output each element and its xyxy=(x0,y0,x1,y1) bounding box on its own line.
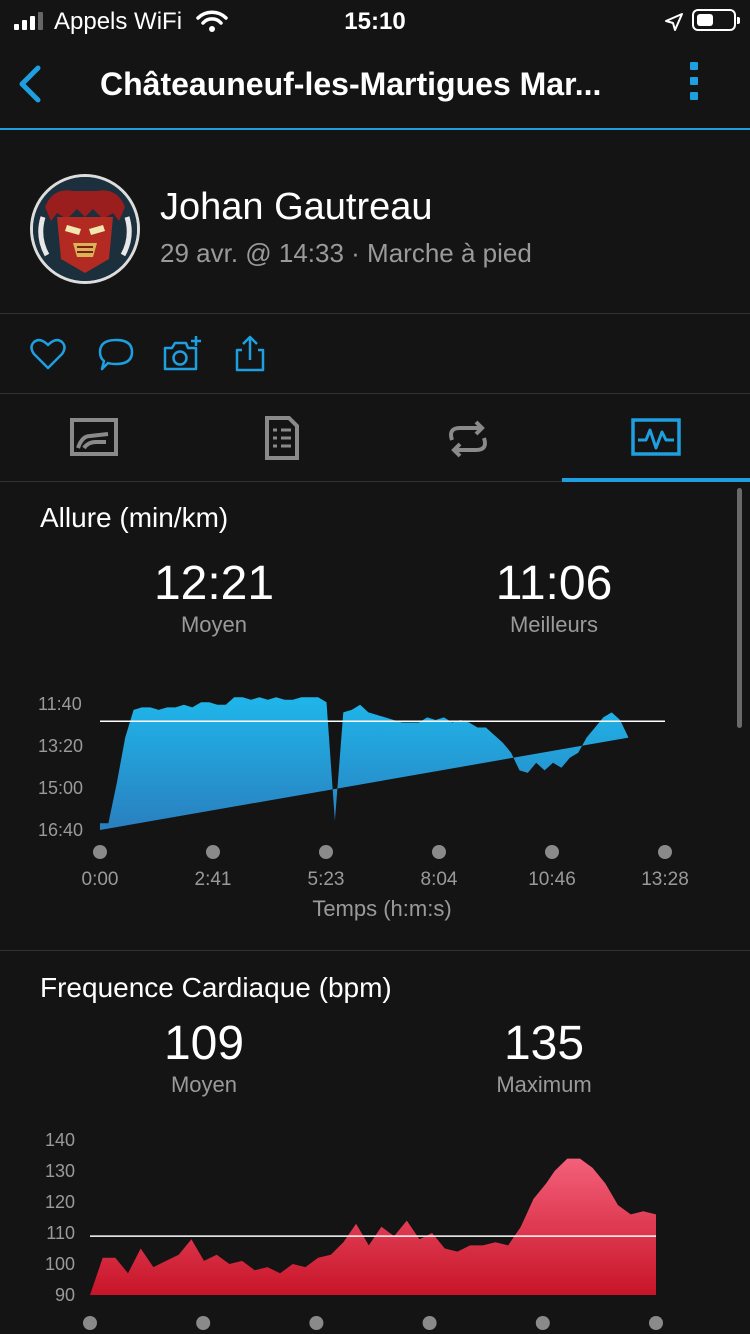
pace-x-tick-marker xyxy=(206,845,220,859)
activity-meta: 29 avr. @ 14:33 · Marche à pied xyxy=(160,238,532,268)
pace-x-tick-marker xyxy=(93,845,107,859)
hr-x-tick-marker xyxy=(649,1316,663,1330)
add-photo-camera-icon[interactable] xyxy=(162,334,202,374)
pace-x-tick-label: 0:00 xyxy=(82,869,119,890)
pace-x-axis-title: Temps (h:m:s) xyxy=(312,896,451,921)
hr-max-value: 135 xyxy=(503,1017,585,1070)
pace-chart[interactable]: 11:40 13:20 15:00 16:40 0:00 2:41 5:23 8:04 10:4… xyxy=(0,680,750,930)
hr-max-label: Maximum xyxy=(496,1072,592,1097)
tab-details[interactable] xyxy=(187,394,374,482)
hr-y-tick-label: 100 xyxy=(45,1254,75,1274)
hr-avg-value: 109 xyxy=(163,1017,245,1070)
hr-y-tick-label: 90 xyxy=(55,1285,75,1305)
like-heart-icon[interactable] xyxy=(28,334,68,374)
tab-laps[interactable] xyxy=(374,394,561,482)
details-list-icon xyxy=(264,416,299,460)
hr-x-tick-marker xyxy=(309,1316,324,1330)
share-icon[interactable] xyxy=(230,334,270,374)
charts-pulse-icon xyxy=(631,418,681,456)
hr-y-tick-label: 140 xyxy=(45,1130,75,1150)
hr-x-tick-marker xyxy=(535,1316,550,1330)
hr-x-tick-marker xyxy=(83,1316,97,1330)
pace-x-tick-marker xyxy=(658,845,672,859)
activity-tabs xyxy=(0,394,750,482)
back-chevron-icon[interactable] xyxy=(14,62,54,106)
tab-summary[interactable] xyxy=(0,394,187,482)
pace-x-tick-marker xyxy=(545,845,559,859)
comment-bubble-icon[interactable] xyxy=(96,334,136,374)
pace-x-tick-label: 2:41 xyxy=(195,869,232,890)
avatar[interactable] xyxy=(30,174,140,284)
activity-header: Johan Gautreau 29 avr. @ 14:33 · Marche … xyxy=(0,130,750,314)
tab-charts[interactable] xyxy=(562,394,750,482)
heart-rate-chart[interactable]: 140 130 120 110 100 90 xyxy=(0,1120,750,1334)
pace-x-tick-label: 13:28 xyxy=(641,869,689,890)
hr-y-tick-label: 120 xyxy=(45,1192,75,1212)
status-time: 15:10 xyxy=(344,8,406,35)
page-title: Châteauneuf-les-Martigues Mar... xyxy=(100,66,602,102)
pace-x-tick-marker xyxy=(319,845,333,859)
hr-y-tick-label: 110 xyxy=(46,1223,75,1243)
hr-title: Frequence Cardiaque (bpm) xyxy=(40,972,392,1003)
battery-icon xyxy=(692,9,740,31)
user-name[interactable]: Johan Gautreau xyxy=(160,186,433,229)
nav-bar: Châteauneuf-les-Martigues Mar... xyxy=(0,44,750,130)
hr-y-tick-label: 130 xyxy=(45,1161,75,1181)
hr-avg-label: Moyen xyxy=(170,1072,238,1097)
section-divider xyxy=(0,950,750,951)
pace-x-tick-marker xyxy=(432,845,446,859)
pace-y-tick-label: 16:40 xyxy=(38,820,83,840)
pace-best-label: Meilleurs xyxy=(509,612,599,637)
pace-area xyxy=(100,697,629,830)
status-bar: Appels WiFi 15:10 xyxy=(0,0,750,44)
pace-y-tick-label: 11:40 xyxy=(38,694,82,714)
pace-best-value: 11:06 xyxy=(495,557,613,610)
pace-y-tick-label: 13:20 xyxy=(38,736,83,756)
action-bar xyxy=(0,314,750,394)
summary-chart-icon xyxy=(69,418,118,456)
pace-avg-label: Moyen xyxy=(180,612,248,637)
pace-avg-value: 12:21 xyxy=(153,557,275,610)
pace-x-tick-label: 5:23 xyxy=(308,869,345,890)
more-options-icon[interactable] xyxy=(682,62,706,112)
hr-x-tick-marker xyxy=(196,1316,211,1330)
hr-area xyxy=(90,1158,656,1295)
pace-x-tick-label: 8:04 xyxy=(421,869,458,890)
location-arrow-icon xyxy=(665,13,683,31)
laps-loop-icon xyxy=(448,420,487,458)
pace-y-tick-label: 15:00 xyxy=(38,778,83,798)
pace-x-tick-label: 10:46 xyxy=(528,869,576,890)
hr-x-tick-marker xyxy=(422,1316,437,1330)
pace-title: Allure (min/km) xyxy=(40,502,229,533)
avatar-image xyxy=(33,177,137,281)
